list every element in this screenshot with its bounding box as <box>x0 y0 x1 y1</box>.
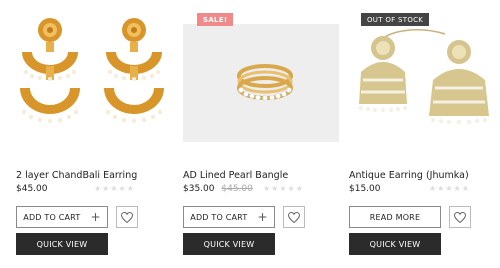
heart-icon <box>288 211 300 223</box>
product-grid: 2 layer ChandBali Earring $45.00 ★★★★★ A… <box>0 0 500 268</box>
product-image[interactable] <box>183 24 339 142</box>
wishlist-button[interactable] <box>116 206 138 228</box>
pearl-bangle-image <box>237 64 293 101</box>
current-price: $15.00 <box>349 184 381 194</box>
product-price: $15.00 <box>349 184 381 194</box>
add-to-cart-button[interactable]: ADD TO CART + <box>183 206 275 228</box>
product-image[interactable] <box>349 8 500 142</box>
star-rating: ★★★★★ <box>94 184 135 193</box>
product-price: $45.00 <box>16 184 48 194</box>
add-to-cart-label: ADD TO CART <box>190 212 248 222</box>
product-card: SALE! AD Lined Pearl Bangle $35.00 $45.0… <box>183 0 341 268</box>
jhumka-earring-image <box>359 29 489 124</box>
product-price: $35.00 $45.00 <box>183 184 253 194</box>
star-rating: ★★★★★ <box>263 184 304 193</box>
product-title[interactable]: AD Lined Pearl Bangle <box>183 170 288 181</box>
quick-view-button[interactable]: QUICK VIEW <box>183 233 275 255</box>
product-card: OUT OF STOCK Antique Earring (Jhumka) $1… <box>349 0 500 268</box>
sale-badge: SALE! <box>197 13 234 26</box>
product-image[interactable] <box>16 8 172 142</box>
heart-icon <box>121 211 133 223</box>
heart-icon <box>454 211 466 223</box>
plus-icon: + <box>257 210 268 224</box>
plus-icon: + <box>90 210 101 224</box>
product-title[interactable]: 2 layer ChandBali Earring <box>16 170 137 181</box>
star-rating: ★★★★★ <box>429 184 470 193</box>
read-more-label: READ MORE <box>369 212 421 222</box>
chandbali-earring-image <box>20 18 164 124</box>
wishlist-button[interactable] <box>449 206 471 228</box>
quick-view-button[interactable]: QUICK VIEW <box>16 233 108 255</box>
current-price: $45.00 <box>16 184 48 194</box>
read-more-button[interactable]: READ MORE <box>349 206 441 228</box>
wishlist-button[interactable] <box>283 206 305 228</box>
quick-view-button[interactable]: QUICK VIEW <box>349 233 441 255</box>
add-to-cart-label: ADD TO CART <box>23 212 81 222</box>
add-to-cart-button[interactable]: ADD TO CART + <box>16 206 108 228</box>
old-price: $45.00 <box>221 184 253 194</box>
current-price: $35.00 <box>183 184 215 194</box>
product-card: 2 layer ChandBali Earring $45.00 ★★★★★ A… <box>16 0 174 268</box>
out-of-stock-badge: OUT OF STOCK <box>361 13 430 26</box>
product-title[interactable]: Antique Earring (Jhumka) <box>349 170 469 181</box>
